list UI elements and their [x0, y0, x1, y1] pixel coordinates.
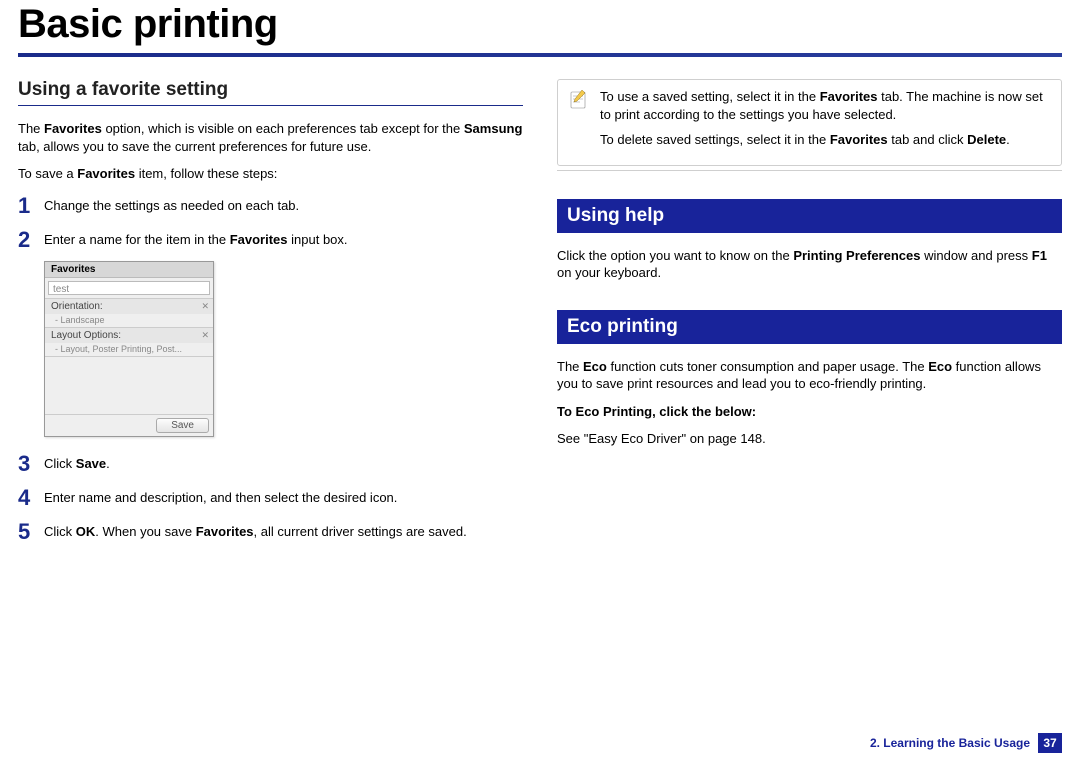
- note-box: To use a saved setting, select it in the…: [557, 79, 1062, 166]
- favorites-header: Favorites: [45, 262, 213, 278]
- step-text: Click Save.: [44, 451, 523, 473]
- favorites-orientation-value: - Landscape: [45, 314, 213, 327]
- favorites-widget: Favorites test Orientation:✕ - Landscape…: [44, 261, 214, 437]
- step-number: 4: [18, 485, 44, 509]
- step-text: Enter name and description, and then sel…: [44, 485, 523, 507]
- favorite-setting-heading: Using a favorite setting: [18, 79, 523, 106]
- save-intro: To save a Favorites item, follow these s…: [18, 165, 523, 183]
- page-footer: 2. Learning the Basic Usage 37: [870, 733, 1062, 753]
- step-2: 2 Enter a name for the item in the Favor…: [18, 227, 523, 251]
- title-rule: [18, 53, 1062, 57]
- eco-subheading: To Eco Printing, click the below:: [557, 403, 1062, 421]
- step-number: 5: [18, 519, 44, 543]
- eco-body: The Eco function cuts toner consumption …: [557, 358, 1062, 393]
- chapter-label: 2. Learning the Basic Usage: [870, 736, 1030, 750]
- step-number: 2: [18, 227, 44, 251]
- eco-reference: See "Easy Eco Driver" on page 148.: [557, 430, 1062, 448]
- note-underline: [557, 170, 1062, 171]
- right-column: To use a saved setting, select it in the…: [557, 79, 1062, 553]
- step-1: 1 Change the settings as needed on each …: [18, 193, 523, 217]
- step-number: 3: [18, 451, 44, 475]
- favorites-layout-value: - Layout, Poster Printing, Post...: [45, 343, 213, 356]
- step-4: 4 Enter name and description, and then s…: [18, 485, 523, 509]
- favorites-layout-row[interactable]: Layout Options:✕: [45, 327, 213, 343]
- close-icon[interactable]: ✕: [201, 330, 209, 341]
- favorites-orientation-row[interactable]: Orientation:✕: [45, 298, 213, 314]
- left-column: Using a favorite setting The Favorites o…: [18, 79, 523, 553]
- favorites-intro: The Favorites option, which is visible o…: [18, 120, 523, 155]
- step-text: Click OK. When you save Favorites, all c…: [44, 519, 523, 541]
- step-5: 5 Click OK. When you save Favorites, all…: [18, 519, 523, 543]
- step-text: Change the settings as needed on each ta…: [44, 193, 523, 215]
- step-3: 3 Click Save.: [18, 451, 523, 475]
- page-title: Basic printing: [18, 0, 1062, 53]
- save-button[interactable]: Save: [156, 418, 209, 433]
- favorites-body: [45, 356, 213, 414]
- step-text: Enter a name for the item in the Favorit…: [44, 227, 523, 249]
- note-icon: [568, 88, 590, 110]
- using-help-heading: Using help: [557, 199, 1062, 233]
- favorites-name-input[interactable]: test: [48, 281, 210, 295]
- note-paragraph-1: To use a saved setting, select it in the…: [600, 88, 1051, 123]
- close-icon[interactable]: ✕: [201, 301, 209, 312]
- eco-printing-heading: Eco printing: [557, 310, 1062, 344]
- step-number: 1: [18, 193, 44, 217]
- page-number: 37: [1038, 733, 1062, 753]
- note-paragraph-2: To delete saved settings, select it in t…: [600, 131, 1051, 149]
- using-help-body: Click the option you want to know on the…: [557, 247, 1062, 282]
